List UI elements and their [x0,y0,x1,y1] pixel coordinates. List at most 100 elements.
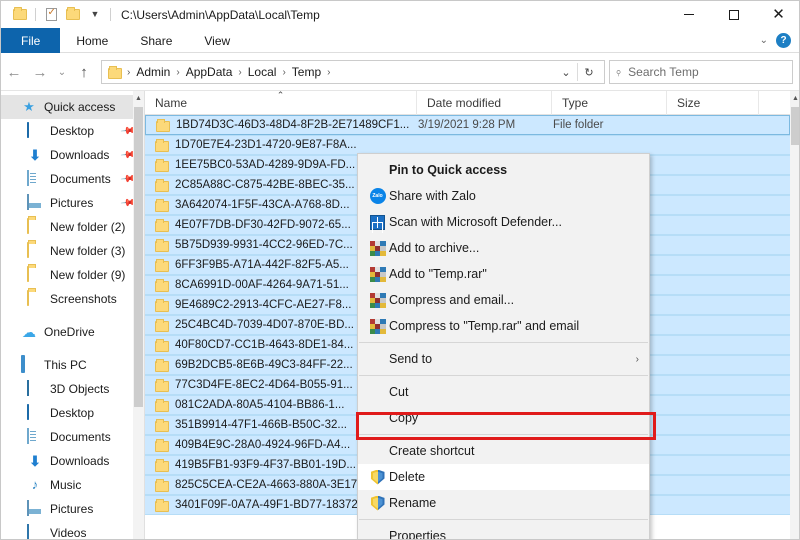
column-header-date-modified[interactable]: Date modified [417,91,552,115]
file-name-label: 351B9914-47F1-466B-B50C-32... [175,419,347,431]
menu-item-label: Rename [389,496,437,510]
sidebar-item-desktop[interactable]: Desktop 📌 [1,119,144,143]
sidebar-item-new-folder-2[interactable]: New folder (2) [1,215,144,239]
document-icon [27,428,43,445]
sidebar-item-pc-downloads[interactable]: ⬇ Downloads [1,449,144,473]
sidebar-item-onedrive[interactable]: ☁ OneDrive [1,320,144,344]
column-header-size[interactable]: Size [667,91,759,115]
pictures-icon [27,194,43,211]
sidebar-item-pictures[interactable]: Pictures 📌 [1,191,144,215]
file-name-label: 1D70E7E4-23D1-4720-9E87-F8A... [175,139,357,151]
title-bar: ▼ C:\Users\Admin\AppData\Local\Temp ✕ [1,1,799,28]
menu-item-pin-to-quick-access[interactable]: Pin to Quick access [358,157,649,183]
folder-icon [155,259,169,272]
pictures-icon [27,500,43,517]
column-label: Type [562,95,589,110]
breadcrumb-sep-4[interactable]: › [326,67,331,78]
folder-icon [155,239,169,252]
menu-item-scan-with-microsoft-defender[interactable]: Scan with Microsoft Defender... [358,209,649,235]
menu-item-delete[interactable]: Delete [358,464,649,490]
menu-item-share-with-zalo[interactable]: Share with Zalo [358,183,649,209]
sidebar-item-pc-desktop[interactable]: Desktop [1,401,144,425]
tab-view[interactable]: View [188,28,246,53]
sidebar-item-videos[interactable]: Videos [1,521,144,539]
sidebar-scrollbar[interactable]: ▲ [133,91,144,539]
scroll-up-icon[interactable]: ▲ [790,91,799,106]
sidebar-item-documents[interactable]: Documents 📌 [1,167,144,191]
column-headers: Name ⌃ Date modified Type Size [145,91,799,115]
search-input[interactable]: ⌕ Search Temp [609,60,793,84]
tab-home[interactable]: Home [60,28,124,53]
file-list-scrollbar[interactable]: ▲ [790,91,799,539]
tab-share[interactable]: Share [124,28,188,53]
menu-item-properties[interactable]: Properties [358,523,649,539]
refresh-icon[interactable]: ↻ [578,61,600,83]
sidebar-item-label: Desktop [50,124,95,138]
context-menu: Pin to Quick access Share with Zalo Scan w… [357,153,650,539]
address-dropdown-icon[interactable]: ⌄ [555,61,577,83]
close-button[interactable]: ✕ [756,1,799,28]
table-row[interactable]: 1D70E7E4-23D1-4720-9E87-F8A... [145,135,790,155]
menu-item-label: Delete [389,470,426,484]
help-icon[interactable]: ? [776,33,791,48]
folder-icon [155,399,169,412]
sidebar-item-quick-access[interactable]: ★ Quick access [1,95,144,119]
file-name-label: 9E4689C2-2913-4CFC-AE27-F8... [175,299,352,311]
tab-file[interactable]: File [1,28,61,53]
properties-icon[interactable] [40,4,62,26]
menu-item-rename[interactable]: Rename [358,490,649,516]
menu-item-compress-to-temp-rar-and-email[interactable]: Compress to "Temp.rar" and email [358,313,649,339]
sidebar-item-label: Documents [50,430,111,444]
winrar-icon [366,318,389,334]
menu-item-add-to-archive[interactable]: Add to archive... [358,235,649,261]
column-label: Size [677,95,701,110]
column-header-name[interactable]: Name ⌃ [145,91,417,115]
back-button[interactable]: ← [1,59,27,85]
column-header-type[interactable]: Type [552,91,667,115]
sidebar-item-pc-pictures[interactable]: Pictures [1,497,144,521]
up-button[interactable]: ↑ [71,59,97,85]
breadcrumb-appdata[interactable]: AppData [181,65,238,79]
toolbar-divider-2 [110,8,111,21]
menu-item-cut[interactable]: Cut [358,379,649,405]
sidebar-item-downloads[interactable]: ⬇ Downloads 📌 [1,143,144,167]
menu-item-label: Add to "Temp.rar" [389,267,487,281]
sidebar-item-new-folder-3[interactable]: New folder (3) [1,239,144,263]
menu-item-send-to[interactable]: Send to › [358,346,649,372]
menu-item-add-to-temp-rar[interactable]: Add to "Temp.rar" [358,261,649,287]
desktop-icon [27,404,43,421]
folder-icon[interactable] [9,4,31,26]
table-row[interactable]: 1BD74D3C-46D3-48D4-8F2B-2E71489CF1... 3/1… [145,115,790,135]
chevron-down-icon[interactable]: ⌄ [760,35,768,46]
breadcrumb-admin[interactable]: Admin [131,65,175,79]
scroll-up-icon[interactable]: ▲ [133,91,144,106]
breadcrumb[interactable]: › Admin › AppData › Local › Temp › ⌄ ↻ [101,60,605,84]
sidebar-item-pc-documents[interactable]: Documents [1,425,144,449]
file-list-scroll-thumb[interactable] [791,107,799,145]
breadcrumb-temp[interactable]: Temp [287,65,326,79]
sidebar-item-music[interactable]: ♪ Music [1,473,144,497]
menu-item-copy[interactable]: Copy [358,405,649,431]
sidebar-scroll-thumb[interactable] [134,107,143,407]
folder-icon [155,159,169,172]
folder-icon [27,266,43,283]
maximize-button[interactable] [711,1,756,28]
sidebar-item-screenshots[interactable]: Screenshots [1,287,144,311]
minimize-button[interactable] [666,1,711,28]
zalo-icon [366,188,389,204]
menu-item-label: Share with Zalo [389,189,476,203]
customize-dropdown-icon[interactable]: ▼ [84,4,106,26]
sidebar-item-label: This PC [44,358,87,372]
forward-button[interactable]: → [27,59,53,85]
winrar-icon [366,266,389,282]
new-folder-icon[interactable] [62,4,84,26]
breadcrumb-local[interactable]: Local [243,65,282,79]
sidebar-item-3d-objects[interactable]: 3D Objects [1,377,144,401]
recent-locations-icon[interactable]: ⌄ [53,59,71,85]
sidebar-item-this-pc[interactable]: This PC [1,353,144,377]
column-label: Name [155,95,188,110]
folder-icon [155,419,169,432]
menu-item-compress-and-email[interactable]: Compress and email... [358,287,649,313]
menu-item-create-shortcut[interactable]: Create shortcut [358,438,649,464]
sidebar-item-new-folder-9[interactable]: New folder (9) [1,263,144,287]
